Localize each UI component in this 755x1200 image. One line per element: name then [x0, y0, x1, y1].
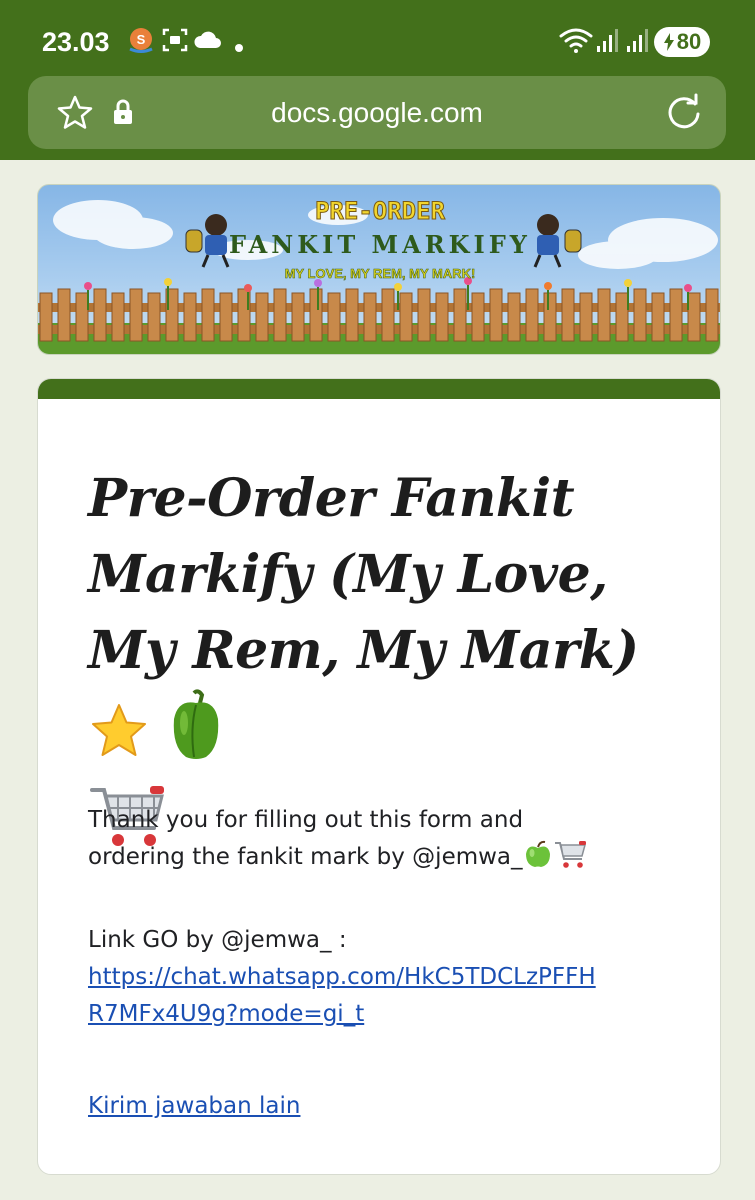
address-bar[interactable]: docs.google.com — [28, 76, 726, 149]
submit-another-section: Kirim jawaban lain — [88, 1088, 688, 1125]
browser-chrome: 23.03 S 80 docs.google.com — [0, 0, 755, 160]
star-emoji — [88, 701, 150, 782]
battery-indicator: 80 — [654, 27, 710, 57]
group-link-label: Link GO by @jemwa_ : — [88, 927, 347, 953]
notification-dot-icon — [234, 38, 244, 57]
banner-illustration: PRE-ORDER FANKIT MARKIFY MY LOVE, MY REM… — [38, 197, 720, 354]
signal-icon — [596, 26, 620, 58]
bell-pepper-emoji — [168, 689, 224, 782]
banner-title-preorder: PRE-ORDER — [315, 197, 446, 225]
submit-another-response-link[interactable]: Kirim jawaban lain — [88, 1093, 300, 1119]
whatsapp-link-line-2[interactable]: R7MFx4U9g?mode=gi_t — [88, 1001, 364, 1027]
confirmation-line-2-text: ordering the fankit mark by @jemwa_ — [88, 844, 523, 870]
form-title-text: Pre-Order Fankit Markify (My Love, My Re… — [88, 468, 639, 681]
confirmation-line-2: ordering the fankit mark by @jemwa_ — [88, 839, 688, 881]
banner-title-fankit: FANKIT MARKIFY — [229, 230, 531, 259]
signal-icon-2 — [626, 26, 650, 58]
character-right-illustration — [533, 214, 582, 268]
confirmation-message: Thank you for filling out this form and … — [88, 802, 688, 881]
confirmation-card: Pre-Order Fankit Markify (My Love, My Re… — [37, 378, 721, 1175]
wifi-icon — [558, 26, 594, 60]
confirmation-line-1: Thank you for filling out this form and — [88, 807, 524, 833]
group-link-section: Link GO by @jemwa_ : https://chat.whatsa… — [88, 922, 688, 1033]
shopping-cart-emoji-small — [553, 839, 587, 881]
status-bar: 23.03 S 80 — [0, 0, 755, 80]
reload-icon[interactable] — [664, 92, 704, 136]
card-accent-bar — [38, 379, 720, 399]
notification-app-icon: S — [127, 26, 155, 58]
svg-text:S: S — [137, 32, 146, 47]
character-left-illustration — [185, 214, 230, 268]
green-apple-emoji — [523, 839, 553, 881]
whatsapp-link-line-1[interactable]: https://chat.whatsapp.com/HkC5TDCLzPFFH — [88, 964, 596, 990]
screenshot-icon — [161, 26, 189, 58]
cloud-icon — [193, 26, 223, 58]
url-text[interactable]: docs.google.com — [28, 76, 726, 149]
battery-level: 80 — [676, 29, 702, 54]
form-header-banner: PRE-ORDER FANKIT MARKIFY MY LOVE, MY REM… — [37, 184, 721, 355]
status-time: 23.03 — [42, 27, 110, 57]
charging-bolt-icon — [663, 33, 674, 51]
banner-subtitle: MY LOVE, MY REM, MY MARK! — [285, 266, 476, 281]
whatsapp-group-link[interactable]: https://chat.whatsapp.com/HkC5TDCLzPFFH … — [88, 959, 688, 1033]
